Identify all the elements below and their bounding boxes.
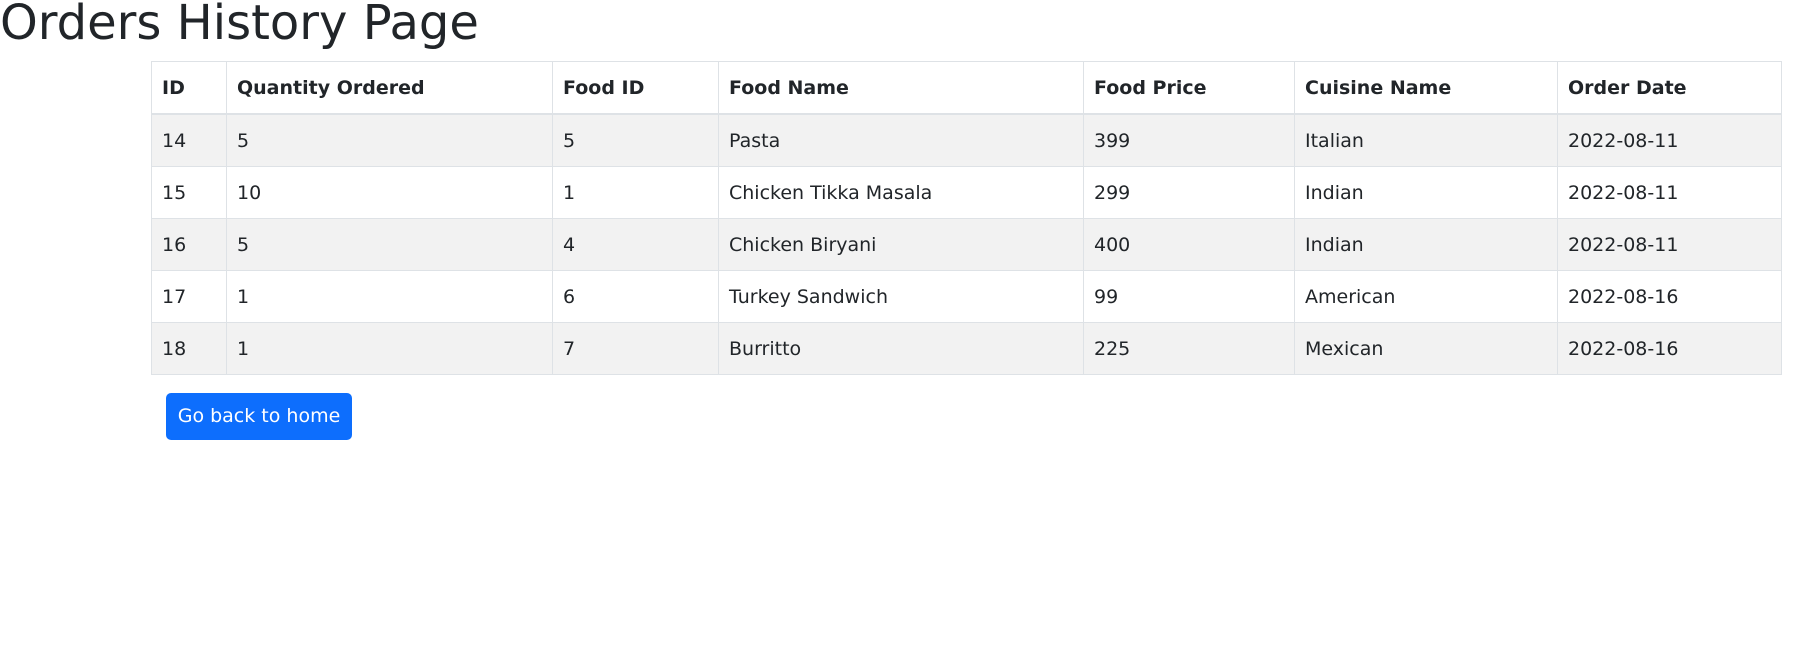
- cell-food-price: 399: [1083, 113, 1295, 167]
- cell-id: 17: [151, 270, 227, 323]
- cell-order-date: 2022-08-16: [1557, 270, 1782, 323]
- cell-quantity-ordered: 1: [226, 270, 553, 323]
- table-row: 17 1 6 Turkey Sandwich 99 American 2022-…: [151, 270, 1782, 323]
- column-header-food-price: Food Price: [1083, 61, 1295, 115]
- table-row: 15 10 1 Chicken Tikka Masala 299 Indian …: [151, 166, 1782, 219]
- cell-food-name: Turkey Sandwich: [718, 270, 1084, 323]
- cell-order-date: 2022-08-11: [1557, 113, 1782, 167]
- cell-food-price: 400: [1083, 218, 1295, 271]
- table-row: 16 5 4 Chicken Biryani 400 Indian 2022-0…: [151, 218, 1782, 271]
- column-header-order-date: Order Date: [1557, 61, 1782, 115]
- cell-food-name: Pasta: [718, 113, 1084, 167]
- cell-food-id: 6: [552, 270, 719, 323]
- cell-id: 18: [151, 322, 227, 375]
- table-header: ID Quantity Ordered Food ID Food Name Fo…: [151, 61, 1782, 115]
- cell-food-id: 5: [552, 113, 719, 167]
- go-back-home-button[interactable]: Go back to home: [166, 393, 352, 440]
- cell-cuisine-name: Indian: [1294, 218, 1558, 271]
- cell-quantity-ordered: 10: [226, 166, 553, 219]
- cell-food-price: 225: [1083, 322, 1295, 375]
- cell-food-name: Burritto: [718, 322, 1084, 375]
- cell-food-id: 7: [552, 322, 719, 375]
- cell-cuisine-name: Mexican: [1294, 322, 1558, 375]
- cell-id: 16: [151, 218, 227, 271]
- cell-quantity-ordered: 5: [226, 113, 553, 167]
- column-header-food-name: Food Name: [718, 61, 1084, 115]
- cell-quantity-ordered: 5: [226, 218, 553, 271]
- cell-order-date: 2022-08-11: [1557, 166, 1782, 219]
- page-title: Orders History Page: [0, 0, 479, 51]
- table-row: 14 5 5 Pasta 399 Italian 2022-08-11: [151, 113, 1782, 167]
- cell-cuisine-name: Indian: [1294, 166, 1558, 219]
- cell-id: 15: [151, 166, 227, 219]
- column-header-id: ID: [151, 61, 227, 115]
- cell-id: 14: [151, 113, 227, 167]
- cell-order-date: 2022-08-11: [1557, 218, 1782, 271]
- orders-table: ID Quantity Ordered Food ID Food Name Fo…: [151, 61, 1782, 375]
- column-header-cuisine-name: Cuisine Name: [1294, 61, 1558, 115]
- column-header-quantity-ordered: Quantity Ordered: [226, 61, 553, 115]
- table-row: 18 1 7 Burritto 225 Mexican 2022-08-16: [151, 322, 1782, 375]
- cell-food-price: 299: [1083, 166, 1295, 219]
- header-row: ID Quantity Ordered Food ID Food Name Fo…: [151, 61, 1782, 115]
- cell-quantity-ordered: 1: [226, 322, 553, 375]
- cell-food-id: 1: [552, 166, 719, 219]
- cell-order-date: 2022-08-16: [1557, 322, 1782, 375]
- orders-history-page: Orders History Page ID Quantity Ordered …: [0, 0, 1796, 664]
- cell-cuisine-name: Italian: [1294, 113, 1558, 167]
- cell-food-name: Chicken Tikka Masala: [718, 166, 1084, 219]
- column-header-food-id: Food ID: [552, 61, 719, 115]
- table-body: 14 5 5 Pasta 399 Italian 2022-08-11 15 1…: [151, 113, 1782, 375]
- cell-cuisine-name: American: [1294, 270, 1558, 323]
- cell-food-id: 4: [552, 218, 719, 271]
- cell-food-price: 99: [1083, 270, 1295, 323]
- cell-food-name: Chicken Biryani: [718, 218, 1084, 271]
